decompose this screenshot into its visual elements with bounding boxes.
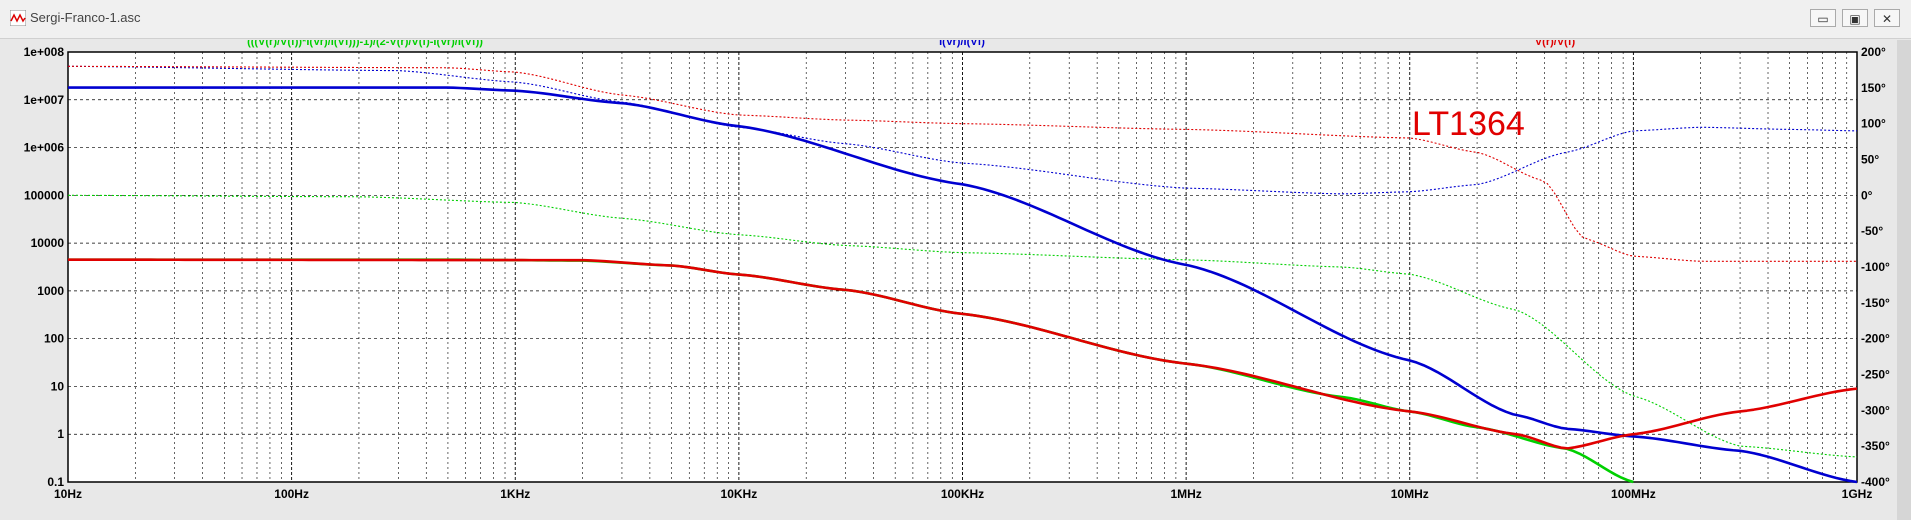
- y-left-tick-label: 10000: [31, 236, 65, 250]
- y-right-tick-label: -150°: [1861, 296, 1890, 310]
- y-left-tick-label: 1e+007: [24, 93, 65, 107]
- legend-green-trace[interactable]: (((V(r)/V(f))*I(Vr)/I(Vf)))-1)/(2-V(r)/V…: [247, 40, 483, 48]
- y-left-tick-label: 1000: [37, 284, 64, 298]
- y-left-tick-label: 100000: [24, 188, 64, 202]
- x-tick-label: 10MHz: [1391, 487, 1429, 501]
- bode-plot: 10Hz 100Hz 1KHz 10KHz 100KHz 1MHz 10MHz 100MHz 1…: [24, 40, 1890, 501]
- y-right-tick-label: 150°: [1861, 81, 1886, 95]
- y-right-tick-label: -250°: [1861, 368, 1890, 382]
- y-right-tick-label: -400°: [1861, 475, 1890, 489]
- y-left-tick-label: 1: [57, 427, 64, 441]
- window-edge: [1897, 40, 1911, 520]
- x-tick-label: 100KHz: [941, 487, 984, 501]
- x-tick-label: 10KHz: [721, 487, 758, 501]
- y-right-tick-label: -200°: [1861, 332, 1890, 346]
- y-right-tick-label: 0°: [1861, 188, 1873, 202]
- x-tick-label: 100Hz: [274, 487, 309, 501]
- y-left-tick-label: 10: [51, 379, 65, 393]
- y-right-tick-label: 200°: [1861, 45, 1886, 59]
- restore-button[interactable]: ▣: [1842, 9, 1868, 27]
- y-left-tick-label: 1e+008: [24, 45, 65, 59]
- close-button[interactable]: ✕: [1874, 9, 1900, 27]
- legend-blue-trace[interactable]: I(Vr)/I(Vf): [939, 40, 985, 48]
- window-titlebar: Sergi-Franco-1.asc ▭ ▣ ✕: [0, 0, 1911, 39]
- minimize-button[interactable]: ▭: [1810, 9, 1836, 27]
- y-right-tick-label: -350°: [1861, 439, 1890, 453]
- y-left-tick-label: 1e+006: [24, 141, 65, 155]
- y-right-tick-label: -300°: [1861, 403, 1890, 417]
- window-title: Sergi-Franco-1.asc: [30, 10, 141, 25]
- y-right-tick-label: -50°: [1861, 224, 1883, 238]
- x-tick-label: 100MHz: [1611, 487, 1656, 501]
- y-right-tick-label: -100°: [1861, 260, 1890, 274]
- y-right-tick-label: 50°: [1861, 153, 1879, 167]
- y-left-tick-label: 0.1: [47, 475, 64, 489]
- x-tick-label: 1MHz: [1170, 487, 1201, 501]
- waveform-app-icon: [10, 10, 26, 26]
- x-tick-label: 10Hz: [54, 487, 82, 501]
- y-left-tick-label: 100: [44, 332, 64, 346]
- y-right-tick-label: 100°: [1861, 117, 1886, 131]
- x-tick-label: 1KHz: [500, 487, 530, 501]
- trace-legend: (((V(r)/V(f))*I(Vr)/I(Vf)))-1)/(2-V(r)/V…: [247, 40, 1575, 48]
- chart-annotation: LT1364: [1412, 105, 1525, 143]
- x-tick-label: 1GHz: [1842, 487, 1873, 501]
- legend-red-trace[interactable]: V(r)/V(f): [1535, 40, 1576, 48]
